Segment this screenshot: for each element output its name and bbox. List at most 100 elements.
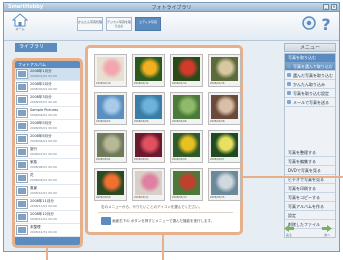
photo-image	[211, 171, 238, 195]
album-date: 2008/04/01 00:00	[30, 113, 57, 117]
menu-item-label: 写真をコピーする	[288, 195, 320, 200]
photo-thumbnail[interactable]: 2008/03/11	[132, 168, 165, 201]
menu-item-label: 写真を整理する	[288, 150, 316, 155]
callout-line-grid	[162, 235, 164, 260]
next-arrow-icon	[322, 225, 332, 232]
back-button[interactable]: 戻る	[282, 225, 296, 238]
album-list-item[interactable]: 旅行 2008/07/01 00:00	[15, 146, 80, 159]
album-list-item[interactable]: 未整理 2008/12/31 00:00	[15, 224, 80, 237]
photo-thumbnail[interactable]: 2008/03/05	[170, 130, 203, 163]
photo-thumbnail[interactable]: 2008/02/02	[94, 92, 127, 125]
photo-caption: 2008/01/12	[134, 82, 149, 85]
menu-item[interactable]: 写真を取り込む設定	[285, 89, 335, 98]
photo-image	[97, 171, 124, 195]
help-button[interactable]: ?	[318, 15, 334, 34]
album-list-item[interactable]: 2008年5月分 2008/05/01 00:00	[15, 120, 80, 133]
close-button[interactable]: ×	[331, 4, 337, 10]
album-date: 2008/09/01 00:00	[30, 178, 57, 182]
album-date: 2008/03/01 00:00	[30, 100, 57, 104]
help-icon: ?	[321, 15, 330, 34]
next-button[interactable]: 次へ	[320, 225, 334, 238]
menu-item[interactable]: 写真を選んで取り込む	[285, 62, 335, 71]
menu-item[interactable]: 写真を整理する	[285, 148, 335, 157]
menu-item-label: 写真アルバムを作る	[288, 204, 324, 209]
photo-thumbnail[interactable]: 2008/03/15	[208, 168, 241, 201]
photo-caption: 2008/01/16	[210, 82, 225, 85]
photo-image	[173, 133, 200, 157]
photo-thumbnail[interactable]: 2008/03/13	[170, 168, 203, 201]
album-date: 2008/07/01 00:00	[30, 152, 57, 156]
tab-import-camera[interactable]: デジカメ写真を取り込む	[106, 17, 132, 31]
album-list-item[interactable]: 2008年2月分 2008/02/01 00:00	[15, 81, 80, 94]
menu-item-label: メールで写真を送る	[293, 100, 329, 105]
photo-caption: 2008/01/14	[172, 82, 187, 85]
album-thumbnail	[17, 187, 27, 195]
photo-caption: 2008/03/07	[210, 158, 225, 161]
menu-item-icon	[287, 100, 291, 104]
tab-editor-photo[interactable]: エディタ写真	[135, 17, 161, 31]
photo-caption: 2008/03/05	[172, 158, 187, 161]
menu-item[interactable]: 写真を印刷する	[285, 184, 335, 193]
album-list-item[interactable]: 風景 2008/10/01 00:00	[15, 185, 80, 198]
album-list-item[interactable]: 花 2008/09/01 00:00	[15, 172, 80, 185]
home-button[interactable]: ホーム	[9, 13, 31, 37]
album-thumbnail	[17, 213, 27, 221]
photo-thumbnail[interactable]: 2008/03/01	[94, 130, 127, 163]
album-date: 2008/05/01 00:00	[30, 126, 57, 130]
photo-thumbnail[interactable]: 2008/02/04	[132, 92, 165, 125]
photo-caption: 2008/02/04	[134, 120, 149, 123]
album-list-item[interactable]: 2008年6月分 2008/06/01 00:00	[15, 133, 80, 146]
album-thumbnail	[17, 200, 27, 208]
photo-caption: 2008/03/11	[134, 196, 149, 199]
photo-thumbnail[interactable]: 2008/01/10	[94, 54, 127, 87]
menu-item-label: 写真を印刷する	[288, 186, 316, 191]
album-list-item[interactable]: 2008年1月分 2008/01/01 00:00	[15, 68, 80, 81]
menu-item-icon	[287, 82, 291, 86]
tab-menu[interactable]: メニュー	[284, 43, 336, 52]
menu-item-label: 設定	[288, 213, 296, 218]
photo-thumbnail[interactable]: 2008/01/16	[208, 54, 241, 87]
menu-item[interactable]: 写真をコピーする	[285, 193, 335, 202]
menu-item[interactable]: 設定	[285, 211, 335, 220]
photo-thumbnail[interactable]: 2008/02/06	[170, 92, 203, 125]
photo-thumbnail[interactable]: 2008/03/03	[132, 130, 165, 163]
menu-item[interactable]: 写真アルバムを作る	[285, 202, 335, 211]
album-list-item[interactable]: 家族 2008/08/01 00:00	[15, 159, 80, 172]
minimize-button[interactable]: _	[323, 4, 329, 10]
album-date: 2008/06/01 00:00	[30, 139, 57, 143]
photo-image	[97, 57, 124, 81]
photo-image	[211, 133, 238, 157]
menu-item-icon	[287, 91, 291, 95]
photo-image	[135, 171, 162, 195]
album-list-item[interactable]: 2008年3月分 2008/03/01 00:00	[15, 94, 80, 107]
album-list-item[interactable]: 2008年11月分 2008/11/01 00:00	[15, 198, 80, 211]
menu-item[interactable]: 選んだ写真を取り込む	[285, 71, 335, 80]
photo-caption: 2008/03/15	[210, 196, 225, 199]
photo-thumbnail[interactable]: 2008/02/08	[208, 92, 241, 125]
back-arrow-icon	[284, 225, 294, 232]
photo-image	[97, 95, 124, 119]
menu-section-header: 写真を取り込む	[285, 54, 335, 62]
photo-thumbnail[interactable]: 2008/03/07	[208, 130, 241, 163]
album-date: 2008/10/01 00:00	[30, 191, 57, 195]
photo-image	[135, 57, 162, 81]
toolbar: ホーム かんたん写真管理 デジカメ写真を取り込む エディタ写真 ?	[4, 12, 339, 41]
settings-button[interactable]	[301, 15, 317, 33]
menu-item[interactable]: メールで写真を送る	[285, 98, 335, 107]
tab-simple-manage[interactable]: かんたん写真管理	[77, 17, 103, 31]
photo-caption: 2008/02/06	[172, 120, 187, 123]
menu-item[interactable]: かんたん取り込み	[285, 80, 335, 89]
tab-library[interactable]: ライブラリ	[15, 43, 57, 52]
menu-item[interactable]: DVDで写真を見る	[285, 166, 335, 175]
photo-caption: 2008/03/13	[172, 196, 187, 199]
photo-thumbnail[interactable]: 2008/01/14	[170, 54, 203, 87]
album-date: 2008/02/01 00:00	[30, 87, 57, 91]
photo-caption: 2008/03/09	[96, 196, 111, 199]
album-list-item[interactable]: 2008年12月分 2008/12/01 00:00	[15, 211, 80, 224]
menu-item[interactable]: 写真を編集する	[285, 157, 335, 166]
photo-thumbnail[interactable]: 2008/01/12	[132, 54, 165, 87]
menu-item-label: DVDで写真を見る	[288, 168, 321, 173]
album-list-item[interactable]: Sample Pictures 2008/04/01 00:00	[15, 107, 80, 120]
window-title: フォトライブラリ	[151, 5, 192, 11]
photo-thumbnail[interactable]: 2008/03/09	[94, 168, 127, 201]
